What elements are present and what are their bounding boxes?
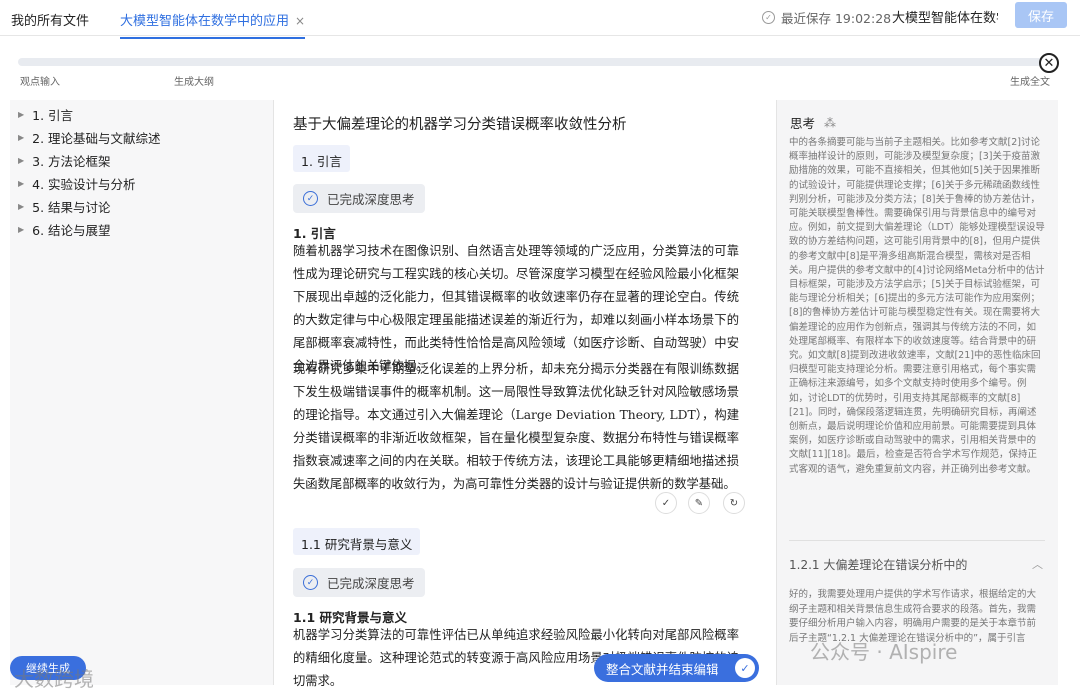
saved-check-icon: ✓ [762,11,775,24]
thinking-header: 思考 ⁂ [790,113,836,132]
expand-triangle-icon[interactable]: ▶ [18,133,24,142]
merge-button-label: 整合文献并结束编辑 [606,661,719,677]
save-status: ✓ 最近保存 19:02:28 [762,8,891,27]
expand-triangle-icon[interactable]: ▶ [18,225,24,234]
section-pill-intro[interactable]: 1. 引言 [293,145,350,172]
tab-document[interactable]: 大模型智能体在数学中的应用 × [120,10,306,39]
pin-icon[interactable]: ✎ [688,492,710,514]
outline-item-intro[interactable]: ▶ 1. 引言 [10,103,273,126]
document-editor: 基于大偏差理论的机器学习分类错误概率收敛性分析 1. 引言 ✓ 已完成深度思考 1… [274,100,776,694]
outline-item-label: 2. 理论基础与文献综述 [32,131,161,146]
watermark-right: 公众号 · AIspire [810,640,958,664]
thinking-title: 思考 [790,116,816,131]
tab-document-label: 大模型智能体在数学中的应用 [120,14,290,29]
thinking-done-label: 已完成深度思考 [327,576,415,591]
paragraph-intro-2[interactable]: 现有研究多集中于期望泛化误差的上界分析，却未充分揭示分类器在有限训练数据下发生极… [293,358,739,496]
step-generate-outline[interactable]: 生成大纲 [174,73,214,88]
sub-thinking-title[interactable]: 1.2.1 大偏差理论在错误分析中的 ︿ [789,556,1045,573]
document-title: 基于大偏差理论的机器学习分类错误概率收敛性分析 [293,117,627,133]
outline-item-label: 6. 结论与展望 [32,223,111,238]
accept-icon[interactable]: ✓ [655,492,677,514]
thinking-panel: 思考 ⁂ 中的各条摘要可能与当前子主题相关。比如参考文献[2]讨论概率抽样设计的原… [776,100,1058,685]
outline-sidebar: ▶ 1. 引言 ▶ 2. 理论基础与文献综述 ▶ 3. 方法论框架 ▶ 4. 实验设计与… [10,100,274,685]
save-button[interactable]: 保存 [1015,2,1067,28]
thinking-done-label: 已完成深度思考 [327,192,415,207]
check-circle-icon: ✓ [303,191,318,206]
sub-thinking-title-text: 1.2.1 大偏差理论在错误分析中的 [789,558,968,572]
step-generate-fulltext[interactable]: 生成全文 [1010,73,1050,88]
outline-item-results[interactable]: ▶ 5. 结果与讨论 [10,195,273,218]
section-pill-background[interactable]: 1.1 研究背景与意义 [293,528,421,555]
expand-triangle-icon[interactable]: ▶ [18,202,24,211]
last-saved-text: 最近保存 19:02:28 [781,11,892,26]
close-icon[interactable]: ✕ [1039,53,1059,73]
tab-all-files[interactable]: 我的所有文件 [11,10,89,29]
top-bar: 我的所有文件 大模型智能体在数学中的应用 × ✓ 最近保存 19:02:28 大模型… [0,0,1080,39]
step-idea-input[interactable]: 观点输入 [20,73,60,88]
outline-item-experiment[interactable]: ▶ 4. 实验设计与分析 [10,172,273,195]
outline-item-label: 5. 结果与讨论 [32,200,111,215]
refresh-icon[interactable]: ↻ [723,492,745,514]
outline-item-method[interactable]: ▶ 3. 方法论框架 [10,149,273,172]
confirm-check-icon: ✓ [735,658,755,678]
expand-triangle-icon[interactable]: ▶ [18,156,24,165]
check-circle-icon: ✓ [303,575,318,590]
outline-item-label: 1. 引言 [32,108,74,123]
watermark-left: 大数跨境 [14,667,94,691]
outline-item-theory[interactable]: ▶ 2. 理论基础与文献综述 [10,126,273,149]
thinking-content: 中的各条摘要可能与当前子主题相关。比如参考文献[2]讨论概率抽样设计的原则，可能… [789,137,1045,475]
divider [789,540,1045,541]
expand-triangle-icon[interactable]: ▶ [18,110,24,119]
step-progress-bar [18,58,1048,66]
outline-item-conclusion[interactable]: ▶ 6. 结论与展望 [10,218,273,241]
outline-item-label: 4. 实验设计与分析 [32,177,136,192]
collapse-chevron-icon[interactable]: ︿ [1032,556,1043,572]
document-title-field[interactable]: 大模型智能体在数学中的应用 [892,7,998,25]
loading-spinner-icon: ⁂ [824,115,837,130]
expand-triangle-icon[interactable]: ▶ [18,179,24,188]
tab-close-icon[interactable]: × [295,14,305,28]
outline-item-label: 3. 方法论框架 [32,154,111,169]
thinking-done-badge[interactable]: ✓ 已完成深度思考 [293,184,425,213]
thinking-done-badge-2[interactable]: ✓ 已完成深度思考 [293,568,425,597]
merge-references-button[interactable]: 整合文献并结束编辑 ✓ [594,654,759,682]
